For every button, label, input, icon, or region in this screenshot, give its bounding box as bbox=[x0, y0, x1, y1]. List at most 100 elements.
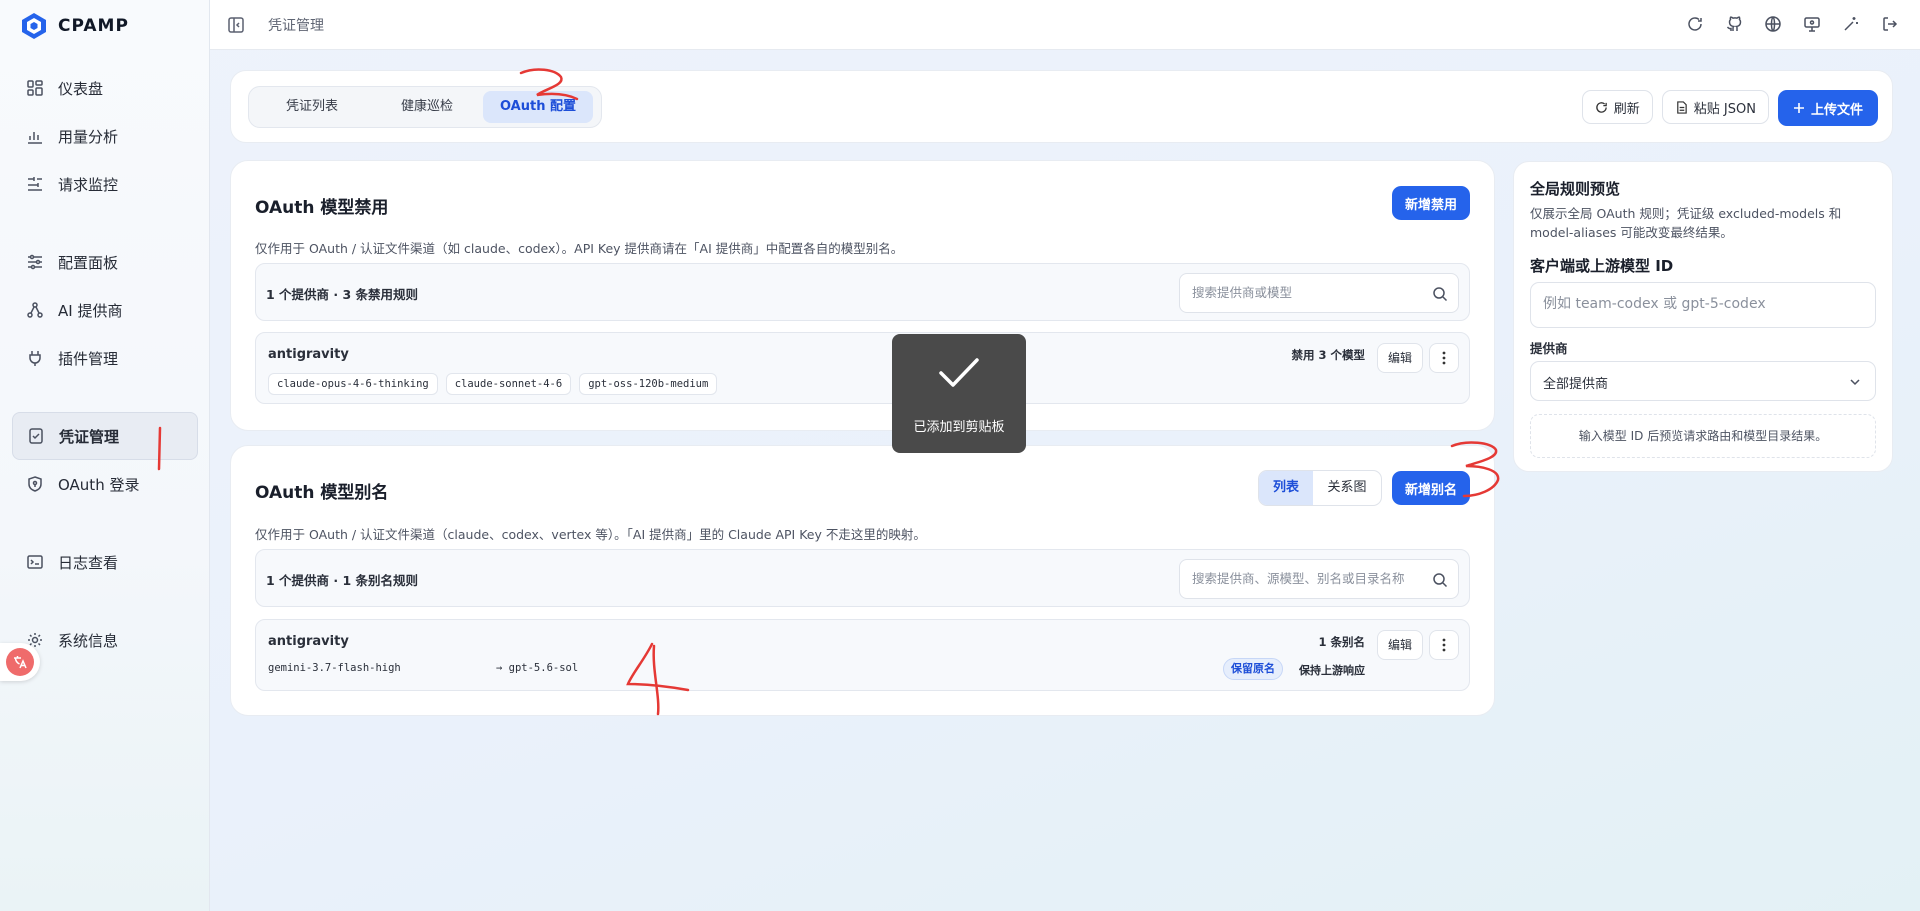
view-graph-button[interactable]: 关系图 bbox=[1313, 471, 1381, 505]
check-icon bbox=[939, 358, 979, 387]
model-id-field[interactable] bbox=[1543, 296, 1863, 312]
alias-count: 1 条别名 bbox=[1318, 635, 1365, 649]
sidebar-nav: 仪表盘 用量分析 请求监控 配置面板 AI 提供商 插件管理 凭证管理 OAut… bbox=[12, 64, 198, 664]
aliases-filter-bar: 1 个提供商 · 1 条别名规则 bbox=[255, 549, 1470, 607]
sidebar-item-dashboard[interactable]: 仪表盘 bbox=[12, 64, 198, 112]
model-chip: gpt-oss-120b-medium bbox=[579, 373, 718, 395]
floating-translate-button[interactable] bbox=[0, 643, 40, 681]
alias-source-model: gemini-3.7-flash-high bbox=[268, 662, 401, 674]
excluded-models: claude-opus-4-6-thinking claude-sonnet-4… bbox=[268, 373, 718, 395]
paste-json-label: 粘贴 JSON bbox=[1693, 101, 1756, 117]
exclusions-search-input[interactable] bbox=[1179, 273, 1459, 313]
search-icon bbox=[1433, 573, 1448, 588]
keep-upstream-badge: 保持上游响应 bbox=[1299, 664, 1365, 677]
paste-json-button[interactable]: 粘贴 JSON bbox=[1661, 90, 1769, 124]
topbar-actions bbox=[1685, 14, 1900, 34]
preview-title: 全局规则预览 bbox=[1530, 180, 1621, 198]
exclusions-search-field[interactable] bbox=[1192, 285, 1422, 300]
keep-name-badge: 保留原名 bbox=[1223, 658, 1283, 680]
sidebar-item-label: OAuth 登录 bbox=[58, 475, 140, 494]
sidebar-item-ai-providers[interactable]: AI 提供商 bbox=[12, 286, 198, 334]
add-alias-button[interactable]: 新增别名 bbox=[1391, 471, 1470, 505]
sidebar: CPAMP 仪表盘 用量分析 请求监控 配置面板 AI 提供商 插件管理 凭证管… bbox=[0, 0, 210, 911]
refresh-label: 刷新 bbox=[1613, 101, 1640, 117]
sidebar-item-credentials[interactable]: 凭证管理 bbox=[12, 412, 198, 460]
topbar: 凭证管理 bbox=[210, 0, 1920, 50]
clipboard-toast: 已添加到剪贴板 bbox=[892, 334, 1026, 453]
provider-name: antigravity bbox=[268, 634, 349, 649]
monitor-icon[interactable] bbox=[1802, 14, 1822, 34]
sidebar-toggle-icon[interactable] bbox=[226, 15, 246, 35]
exclusions-summary: 1 个提供商 · 3 条禁用规则 bbox=[266, 287, 419, 302]
edit-button[interactable]: 编辑 bbox=[1377, 343, 1423, 373]
exclusions-filter-bar: 1 个提供商 · 3 条禁用规则 bbox=[255, 263, 1470, 321]
provider-select-value: 全部提供商 bbox=[1543, 377, 1609, 392]
aliases-description: 仅作用于 OAuth / 认证文件渠道（claude、codex、vertex … bbox=[255, 527, 926, 542]
sliders-icon bbox=[26, 175, 44, 193]
sidebar-item-system-info[interactable]: 系统信息 bbox=[12, 616, 198, 664]
edit-button[interactable]: 编辑 bbox=[1377, 630, 1423, 660]
provider-name: antigravity bbox=[268, 347, 349, 362]
sidebar-item-logs[interactable]: 日志查看 bbox=[12, 538, 198, 586]
refresh-icon[interactable] bbox=[1685, 14, 1705, 34]
sidebar-item-label: 仪表盘 bbox=[58, 79, 104, 98]
sidebar-item-label: 用量分析 bbox=[58, 127, 119, 146]
tab-list: 凭证列表 健康巡检 OAuth 配置 bbox=[248, 86, 602, 128]
upload-file-button[interactable]: 上传文件 bbox=[1777, 90, 1878, 126]
tab-actions: 刷新 粘贴 JSON 上传文件 bbox=[1581, 90, 1878, 126]
sparkles-icon[interactable] bbox=[1841, 14, 1861, 34]
sidebar-item-oauth-login[interactable]: OAuth 登录 bbox=[12, 460, 198, 508]
globe-icon[interactable] bbox=[1763, 14, 1783, 34]
sidebar-item-label: 凭证管理 bbox=[59, 427, 120, 446]
search-icon bbox=[1433, 287, 1448, 302]
app-name: CPAMP bbox=[58, 16, 129, 36]
bar-chart-icon bbox=[26, 127, 44, 145]
tab-credential-list[interactable]: 凭证列表 bbox=[253, 91, 371, 123]
sidebar-item-config[interactable]: 配置面板 bbox=[12, 238, 198, 286]
sidebar-item-monitor[interactable]: 请求监控 bbox=[12, 160, 198, 208]
aliases-search-field[interactable] bbox=[1192, 571, 1422, 586]
sidebar-item-label: 请求监控 bbox=[58, 175, 119, 194]
more-options-icon[interactable] bbox=[1429, 630, 1459, 660]
logo-icon bbox=[22, 13, 46, 39]
tab-oauth-config[interactable]: OAuth 配置 bbox=[483, 91, 593, 123]
tabs-card: 凭证列表 健康巡检 OAuth 配置 刷新 粘贴 JSON 上传文件 bbox=[230, 70, 1893, 143]
model-chip: claude-sonnet-4-6 bbox=[445, 373, 572, 395]
sidebar-item-usage[interactable]: 用量分析 bbox=[12, 112, 198, 160]
refresh-icon bbox=[1596, 101, 1607, 113]
add-exclusion-button[interactable]: 新增禁用 bbox=[1391, 186, 1470, 220]
chevron-down-icon bbox=[1850, 379, 1860, 386]
exclusions-title: OAuth 模型禁用 bbox=[255, 198, 389, 218]
provider-select[interactable]: 全部提供商 bbox=[1530, 361, 1876, 401]
settings-sliders-icon bbox=[26, 253, 44, 271]
dashboard-icon bbox=[26, 79, 44, 97]
more-options-icon[interactable] bbox=[1429, 343, 1459, 373]
alias-target-model: → gpt-5.6-sol bbox=[496, 662, 579, 674]
plus-icon bbox=[1793, 103, 1804, 113]
model-id-input[interactable] bbox=[1530, 282, 1876, 328]
network-icon bbox=[26, 301, 44, 319]
oauth-exclusions-card: OAuth 模型禁用 新增禁用 仅作用于 OAuth / 认证文件渠道（如 cl… bbox=[230, 160, 1495, 431]
github-icon[interactable] bbox=[1724, 14, 1744, 34]
sidebar-item-plugins[interactable]: 插件管理 bbox=[12, 334, 198, 382]
logout-icon[interactable] bbox=[1880, 14, 1900, 34]
aliases-search-input[interactable] bbox=[1179, 559, 1459, 599]
exclusions-description: 仅作用于 OAuth / 认证文件渠道（如 claude、codex）。API … bbox=[255, 241, 904, 256]
sidebar-item-label: 日志查看 bbox=[58, 553, 119, 572]
view-list-button[interactable]: 列表 bbox=[1259, 471, 1313, 505]
refresh-button[interactable]: 刷新 bbox=[1581, 90, 1653, 124]
view-toggle: 列表 关系图 bbox=[1258, 470, 1382, 506]
preview-description: 仅展示全局 OAuth 规则；凭证级 excluded-models 和 mod… bbox=[1530, 206, 1842, 240]
logo[interactable]: CPAMP bbox=[20, 12, 129, 40]
preview-hint: 输入模型 ID 后预览请求路由和模型目录结果。 bbox=[1530, 414, 1876, 458]
aliases-title: OAuth 模型别名 bbox=[255, 483, 389, 503]
exclusion-row: antigravity claude-opus-4-6-thinking cla… bbox=[255, 332, 1470, 404]
provider-label: 提供商 bbox=[1530, 341, 1568, 356]
tab-health-check[interactable]: 健康巡检 bbox=[371, 91, 483, 123]
sidebar-item-label: 系统信息 bbox=[58, 631, 119, 650]
toast-message: 已添加到剪贴板 bbox=[913, 420, 1005, 435]
aliases-summary: 1 个提供商 · 1 条别名规则 bbox=[266, 573, 419, 588]
breadcrumb: 凭证管理 bbox=[268, 18, 324, 34]
model-id-label: 客户端或上游模型 ID bbox=[1530, 257, 1674, 275]
sidebar-item-label: 插件管理 bbox=[58, 349, 119, 368]
